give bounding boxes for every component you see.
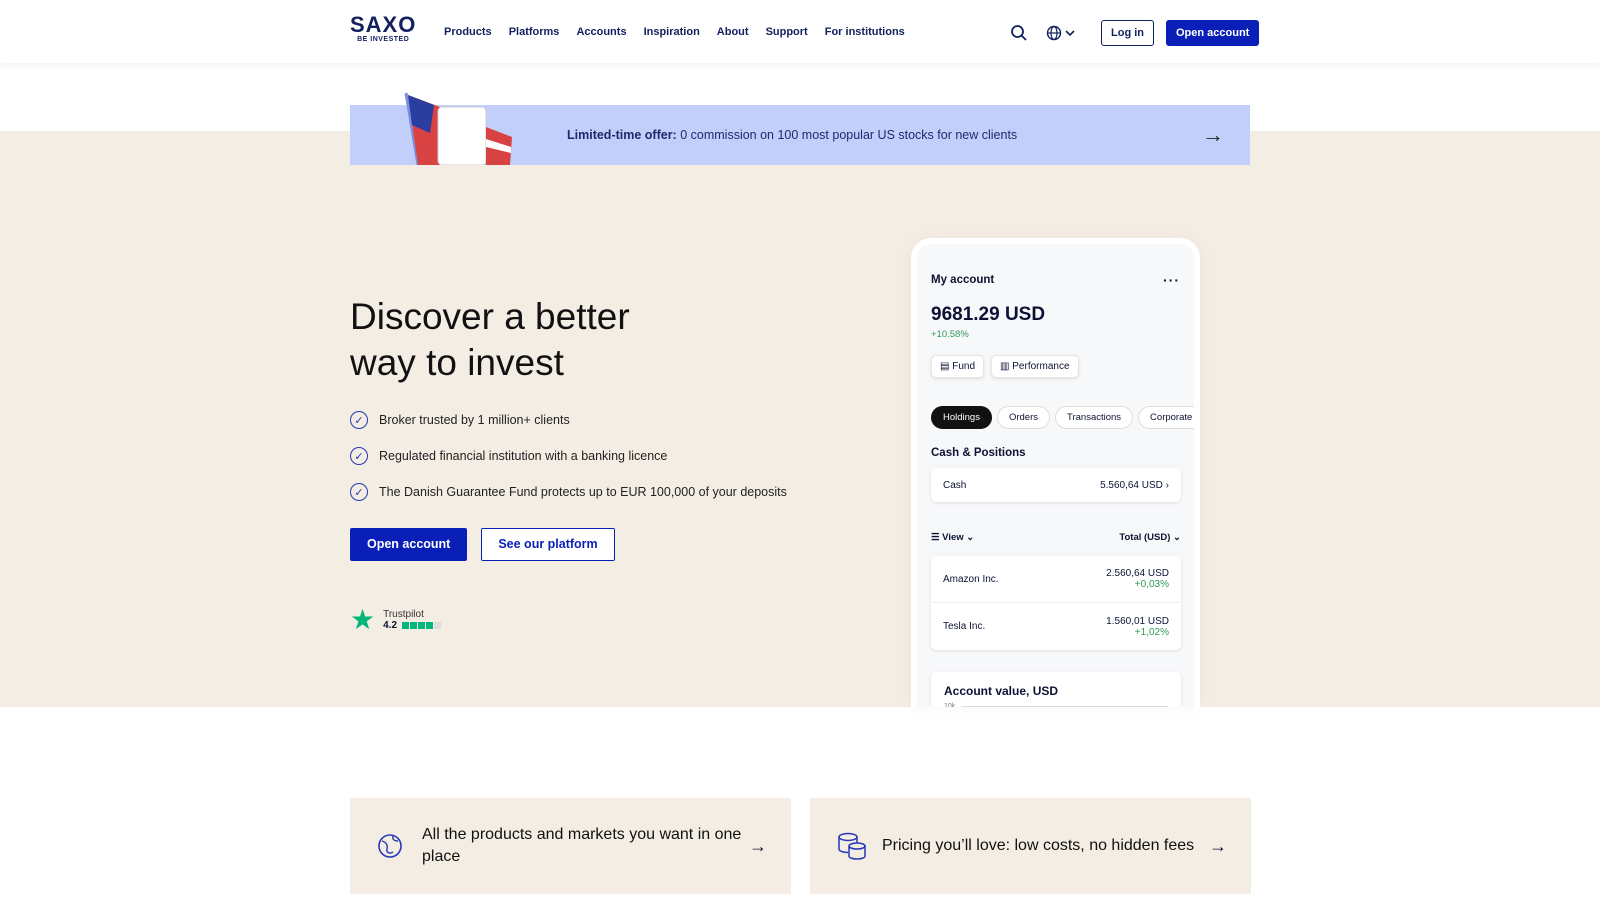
- nav-support[interactable]: Support: [766, 26, 808, 38]
- nav-products[interactable]: Products: [444, 26, 492, 38]
- chevron-down-icon: [1065, 30, 1075, 37]
- nav-about[interactable]: About: [717, 26, 749, 38]
- tab-transactions[interactable]: Transactions: [1055, 406, 1134, 429]
- fund-button[interactable]: ▤ Fund: [931, 355, 985, 378]
- phone-mockup: My account ··· 9681.29 USD +10.58% ▤ Fun…: [911, 238, 1200, 707]
- nav-platforms[interactable]: Platforms: [509, 26, 560, 38]
- total-dropdown[interactable]: Total (USD) ⌄: [1119, 532, 1181, 543]
- globe-icon: [378, 834, 402, 858]
- tab-orders[interactable]: Orders: [996, 406, 1051, 429]
- view-dropdown[interactable]: ☰ View ⌄: [931, 532, 974, 543]
- check-icon: ✓: [350, 483, 368, 501]
- banner-bold: Limited-time offer:: [567, 128, 677, 142]
- header: SAXO BE INVESTED Products Platforms Acco…: [0, 0, 1600, 63]
- open-account-button[interactable]: Open account: [350, 528, 468, 561]
- rating-stars: [402, 622, 442, 629]
- nav-accounts[interactable]: Accounts: [576, 26, 626, 38]
- hero-title: Discover a better way to invest: [350, 296, 630, 383]
- holding-row[interactable]: Amazon Inc. 2.560,64 USD +0,03%: [931, 556, 1181, 603]
- performance-button[interactable]: ▥ Performance: [991, 355, 1079, 378]
- saxo-logo[interactable]: SAXO BE INVESTED: [350, 14, 416, 44]
- trustpilot-star-icon: ★: [350, 604, 376, 635]
- nav-inspiration[interactable]: Inspiration: [644, 26, 700, 38]
- login-button[interactable]: Log in: [1101, 20, 1154, 46]
- feature-card-pricing[interactable]: Pricing you’ll love: low costs, no hidde…: [810, 798, 1251, 894]
- arrow-right-icon: →: [749, 835, 767, 856]
- open-account-header-button[interactable]: Open account: [1166, 20, 1260, 46]
- account-value-chart: Account value, USD 10k: [931, 672, 1181, 707]
- search-icon[interactable]: [1010, 24, 1028, 42]
- see-platform-button[interactable]: See our platform: [481, 528, 615, 561]
- section-title: Cash & Positions: [931, 447, 1026, 459]
- holding-row[interactable]: Tesla Inc. 1.560,01 USD +1,02%: [931, 603, 1181, 650]
- nav-institutions[interactable]: For institutions: [825, 26, 905, 38]
- us-flag-illustration: [404, 92, 512, 165]
- account-balance: 9681.29 USD: [931, 304, 1046, 325]
- feature-card-products[interactable]: All the products and markets you want in…: [350, 798, 791, 894]
- banner-text: 0 commission on 100 most popular US stoc…: [680, 128, 1018, 142]
- hero-background: [0, 131, 1600, 707]
- benefit-item: ✓ The Danish Guarantee Fund protects up t…: [350, 483, 787, 501]
- balance-change: +10.58%: [931, 329, 969, 340]
- more-icon[interactable]: ···: [1163, 272, 1180, 288]
- benefits-list: ✓ Broker trusted by 1 million+ clients ✓ R…: [350, 411, 787, 519]
- promo-banner[interactable]: Limited-time offer: 0 commission on 100 …: [350, 92, 1250, 165]
- main-nav: Products Platforms Accounts Inspiration …: [444, 26, 905, 38]
- language-selector[interactable]: [1046, 25, 1075, 41]
- benefit-item: ✓ Regulated financial institution with a …: [350, 447, 787, 465]
- benefit-item: ✓ Broker trusted by 1 million+ clients: [350, 411, 787, 429]
- account-title: My account: [931, 274, 995, 286]
- cash-row[interactable]: Cash 5.560,64 USD ›: [931, 468, 1181, 502]
- tab-holdings[interactable]: Holdings: [931, 406, 992, 429]
- tab-corporate[interactable]: Corporate: [1138, 406, 1194, 429]
- arrow-right-icon: →: [1209, 835, 1227, 856]
- check-icon: ✓: [350, 447, 368, 465]
- check-icon: ✓: [350, 411, 368, 429]
- arrow-right-icon[interactable]: →: [1202, 122, 1224, 148]
- globe-icon: [1046, 25, 1062, 41]
- coins-icon: [838, 832, 866, 860]
- trustpilot-rating[interactable]: ★ Trustpilot 4.2: [350, 604, 442, 635]
